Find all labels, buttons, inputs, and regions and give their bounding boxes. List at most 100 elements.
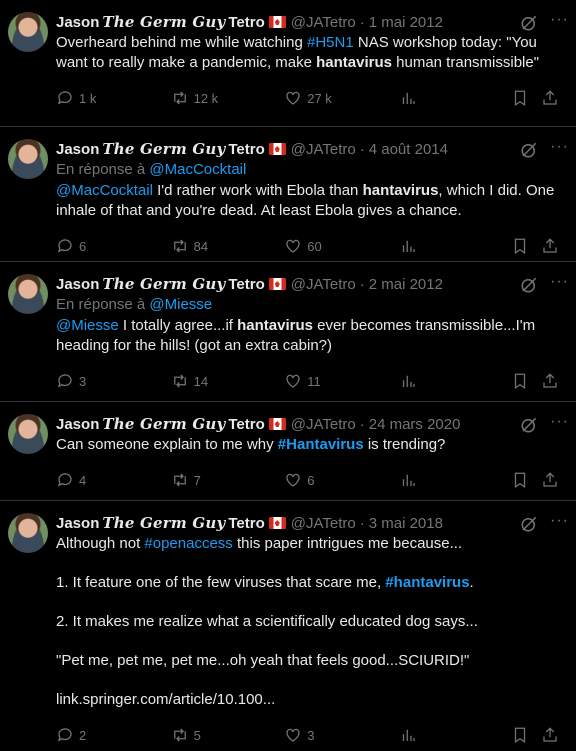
tweet-date[interactable]: 24 mars 2020 xyxy=(369,416,461,433)
bookmark-button[interactable] xyxy=(511,726,540,744)
heart-icon xyxy=(286,473,300,487)
tweet-date[interactable]: 3 mai 2018 xyxy=(369,515,443,532)
more-icon[interactable]: ··· xyxy=(550,12,568,32)
tweet-date[interactable]: 4 août 2014 xyxy=(369,141,448,158)
hashtag-link[interactable]: #openaccess xyxy=(144,535,232,552)
retweet-icon xyxy=(173,91,186,105)
retweet-button[interactable]: 5 xyxy=(171,726,285,744)
author-name[interactable]: Jason The Germ Guy Tetro xyxy=(56,140,265,158)
views-icon xyxy=(402,474,415,486)
share-button[interactable] xyxy=(541,726,560,744)
reply-button[interactable]: 3 xyxy=(56,372,171,390)
more-icon[interactable]: ··· xyxy=(550,139,568,159)
views-icon xyxy=(402,240,415,252)
like-button[interactable]: 3 xyxy=(284,726,399,744)
mention-link[interactable]: @MacCocktail xyxy=(56,182,153,199)
canada-flag-icon xyxy=(268,143,286,155)
reply-button[interactable]: 6 xyxy=(56,237,171,255)
bookmark-button[interactable] xyxy=(511,471,540,489)
avatar[interactable] xyxy=(8,414,48,454)
tweet[interactable]: Jason The Germ Guy Tetro @JATetro · 3 mai … xyxy=(0,501,576,751)
article-link[interactable]: link.springer.com/article/10.100... xyxy=(56,690,560,710)
tweet-date[interactable]: 1 mai 2012 xyxy=(369,14,443,31)
views-button[interactable] xyxy=(399,726,512,744)
views-button[interactable] xyxy=(399,471,512,489)
views-icon xyxy=(402,729,415,741)
author-handle[interactable]: @JATetro xyxy=(291,276,356,293)
more-icon[interactable]: ··· xyxy=(550,414,568,434)
heart-icon xyxy=(286,728,300,742)
share-icon xyxy=(542,90,557,105)
avatar[interactable] xyxy=(8,513,48,553)
tweet-text: Overheard behind me while watching #H5N1… xyxy=(56,34,542,71)
retweet-icon xyxy=(173,473,186,487)
retweet-button[interactable]: 7 xyxy=(171,471,285,489)
author-handle[interactable]: @JATetro xyxy=(291,416,356,433)
grok-icon[interactable] xyxy=(520,14,538,32)
like-button[interactable]: 11 xyxy=(284,372,399,390)
like-button[interactable]: 27 k xyxy=(284,89,399,107)
reply-button[interactable]: 1 k xyxy=(56,89,171,107)
tweet-date[interactable]: 2 mai 2012 xyxy=(369,276,443,293)
author-handle[interactable]: @JATetro xyxy=(291,141,356,158)
share-button[interactable] xyxy=(541,237,560,255)
tweet[interactable]: Jason The Germ Guy Tetro @JATetro · 1 mai … xyxy=(0,0,576,127)
tweet-text: @Miesse I totally agree...if hantavirus … xyxy=(56,317,540,354)
canada-flag-icon xyxy=(268,418,286,430)
share-button[interactable] xyxy=(541,471,560,489)
grok-icon[interactable] xyxy=(520,276,538,294)
more-icon[interactable]: ··· xyxy=(550,513,568,533)
retweet-icon xyxy=(173,239,186,253)
author-name[interactable]: Jason The Germ Guy Tetro xyxy=(56,13,265,31)
author-name[interactable]: Jason The Germ Guy Tetro xyxy=(56,415,265,433)
tweet-feed: Jason The Germ Guy Tetro @JATetro · 1 mai … xyxy=(0,0,576,751)
retweet-button[interactable]: 14 xyxy=(171,372,285,390)
hashtag-link[interactable]: #Hantavirus xyxy=(278,436,364,453)
bookmark-icon xyxy=(515,90,526,106)
bookmark-button[interactable] xyxy=(511,237,540,255)
tweet-header: Jason The Germ Guy Tetro @JATetro · 4 août… xyxy=(56,140,448,158)
avatar[interactable] xyxy=(8,139,48,179)
avatar[interactable] xyxy=(8,274,48,314)
share-icon xyxy=(542,727,557,742)
reply-button[interactable]: 4 xyxy=(56,471,171,489)
like-button[interactable]: 60 xyxy=(284,237,399,255)
tweet[interactable]: Jason The Germ Guy Tetro @JATetro · 4 août… xyxy=(0,127,576,262)
more-icon[interactable]: ··· xyxy=(550,274,568,294)
retweet-icon xyxy=(173,374,186,388)
views-button[interactable] xyxy=(399,372,512,390)
tweet-actions: 2 5 3 xyxy=(56,720,560,751)
tweet-header: Jason The Germ Guy Tetro @JATetro · 1 mai … xyxy=(56,13,443,31)
avatar[interactable] xyxy=(8,12,48,52)
reply-handle-link[interactable]: @MacCocktail xyxy=(149,161,246,178)
share-button[interactable] xyxy=(541,372,560,390)
bookmark-button[interactable] xyxy=(511,372,540,390)
share-button[interactable] xyxy=(541,89,560,107)
tweet-header: Jason The Germ Guy Tetro @JATetro · 2 mai … xyxy=(56,275,443,293)
grok-icon[interactable] xyxy=(520,416,538,434)
author-name[interactable]: Jason The Germ Guy Tetro xyxy=(56,275,265,293)
tweet-actions: 4 7 6 xyxy=(56,465,560,499)
retweet-button[interactable]: 12 k xyxy=(171,89,285,107)
author-handle[interactable]: @JATetro xyxy=(291,14,356,31)
views-button[interactable] xyxy=(399,89,512,107)
grok-icon[interactable] xyxy=(520,141,538,159)
like-button[interactable]: 6 xyxy=(284,471,399,489)
hashtag-link[interactable]: #hantavirus xyxy=(385,574,469,591)
author-handle[interactable]: @JATetro xyxy=(291,515,356,532)
author-name[interactable]: Jason The Germ Guy Tetro xyxy=(56,514,265,532)
bookmark-button[interactable] xyxy=(511,89,540,107)
share-icon xyxy=(542,238,557,253)
reply-button[interactable]: 2 xyxy=(56,726,171,744)
tweet[interactable]: Jason The Germ Guy Tetro @JATetro · 24 mar… xyxy=(0,402,576,501)
tweet-header: Jason The Germ Guy Tetro @JATetro · 24 mar… xyxy=(56,415,461,433)
views-button[interactable] xyxy=(399,237,512,255)
retweet-button[interactable]: 84 xyxy=(171,237,285,255)
grok-icon[interactable] xyxy=(520,515,538,533)
share-icon xyxy=(542,373,557,388)
reply-handle-link[interactable]: @Miesse xyxy=(149,296,212,313)
tweet[interactable]: Jason The Germ Guy Tetro @JATetro · 2 mai … xyxy=(0,262,576,402)
mention-link[interactable]: @Miesse xyxy=(56,317,119,334)
hashtag-link[interactable]: #H5N1 xyxy=(307,34,354,51)
tweet-actions: 3 14 11 xyxy=(56,366,560,400)
